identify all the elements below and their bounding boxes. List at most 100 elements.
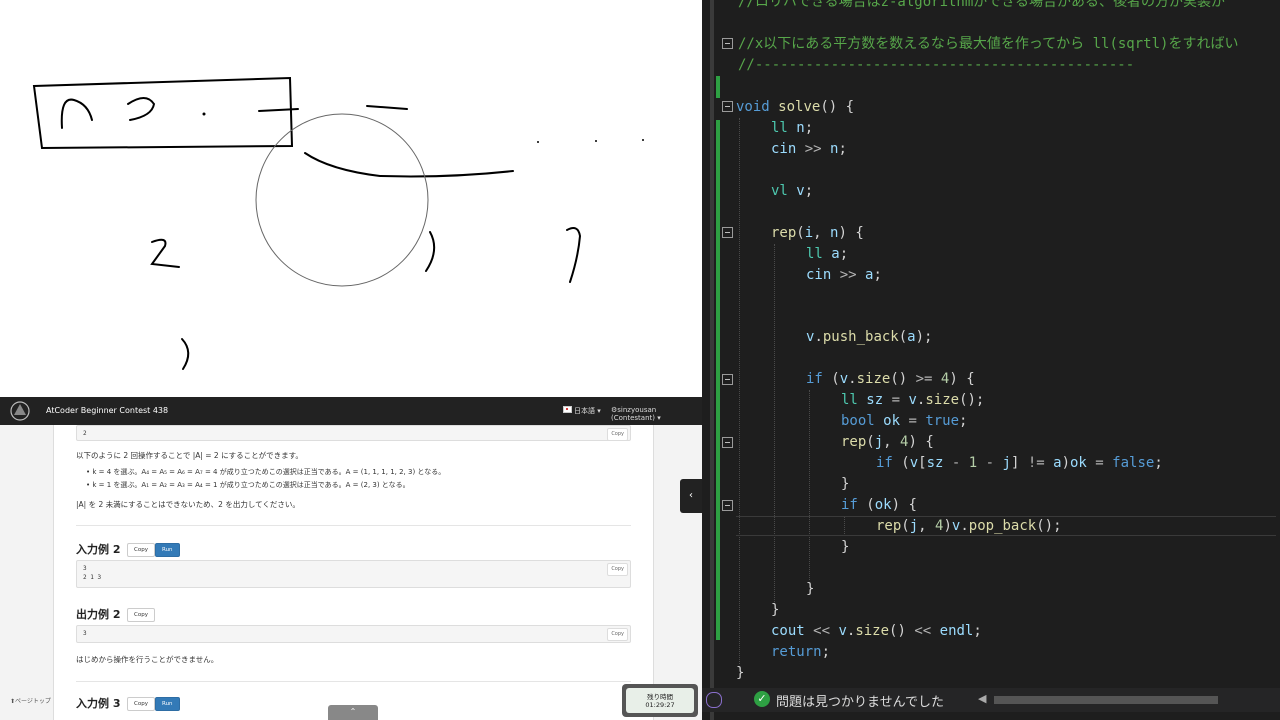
explanation-bullet-1: • k = 4 を選ぶ。A₄ = A₅ = A₆ = A₇ = 4 が成り立つた…	[86, 468, 446, 476]
atcoder-browser: AtCoder Beginner Contest 438 日本語 ▾ ⚙sinz…	[0, 397, 702, 720]
handwritten-paren-2	[181, 338, 190, 370]
page-top-label: ページトップ	[15, 698, 51, 705]
indent-guide	[774, 244, 775, 604]
drawn-dot	[202, 112, 206, 116]
fold-marker[interactable]	[722, 227, 733, 238]
fold-marker[interactable]	[722, 38, 733, 49]
handwritten-z	[150, 238, 180, 268]
fold-marker[interactable]	[722, 437, 733, 448]
chevron-left-icon: ‹	[689, 490, 693, 501]
handwritten-seven	[566, 227, 582, 283]
code-line: if (v.size() >= 4) {	[806, 371, 975, 387]
code-line: vl v;	[771, 183, 814, 199]
divider	[76, 525, 631, 526]
drawn-circle	[255, 113, 429, 287]
fold-marker[interactable]	[722, 101, 733, 112]
code-comment: //--------------------------------------…	[738, 57, 1135, 73]
sample-input-2-heading: 入力例 2	[76, 543, 121, 556]
change-indicator	[716, 76, 720, 98]
remaining-time-widget: 残り時間 01:29:27	[622, 684, 698, 717]
copy-button[interactable]: Copy	[127, 697, 155, 711]
code-line: cout << v.size() << endl;	[771, 623, 982, 639]
code-line: ll sz = v.size();	[841, 392, 985, 408]
sample-output-2-box: 3 Copy	[76, 625, 631, 643]
handwritten-n	[60, 98, 93, 129]
check-circle-icon: ✓	[754, 691, 770, 707]
drawn-rectangle	[32, 76, 294, 150]
handwritten-paren-1	[425, 231, 436, 272]
sample-2-note: はじめから操作を行うことができません。	[76, 655, 219, 664]
user-menu[interactable]: ⚙sinzyousan (Contestant) ▾	[611, 406, 702, 422]
scroll-up-tab[interactable]: ⌃	[328, 705, 378, 720]
code-line: ll n;	[771, 120, 814, 136]
code-line: ll a;	[806, 246, 849, 262]
code-line: if (ok) {	[841, 497, 917, 513]
whiteboard-drawing	[32, 76, 644, 370]
language-label: 日本語	[574, 407, 595, 415]
caret-down-icon: ▾	[595, 407, 601, 415]
code-line: bool ok = true;	[841, 413, 968, 429]
copy-button[interactable]: Copy	[127, 608, 155, 622]
editor-status-bar: ✓ 問題は見つかりませんでした ◀	[702, 688, 1280, 712]
copy-button[interactable]: Copy	[127, 543, 155, 557]
code-line: rep(j, 4) {	[841, 434, 934, 450]
drawn-dot	[595, 140, 597, 142]
navbar: AtCoder Beginner Contest 438 日本語 ▾ ⚙sinz…	[0, 397, 702, 425]
code-comment: //x以下にある平方数を数えるなら最大値を作ってから ll(sqrtl)をすれば…	[738, 36, 1239, 52]
fold-marker[interactable]	[722, 374, 733, 385]
sample-output-2-heading: 出力例 2	[76, 608, 121, 621]
explanation-bullet-2: • k = 1 を選ぶ。A₁ = A₂ = A₃ = A₄ = 1 が成り立つた…	[86, 481, 410, 489]
explanation-intro: 以下のように 2 回操作することで |A| = 2 にすることができます。	[76, 451, 303, 460]
code-line: }	[841, 476, 850, 492]
issues-status[interactable]: 問題は見つかりませんでした	[776, 691, 944, 710]
atcoder-logo-icon[interactable]	[8, 400, 32, 422]
code-editor[interactable]: //ロリハできる場合はz-algorithmができる場合がある、後者の方が実装が…	[702, 0, 1280, 720]
horizontal-scrollbar[interactable]	[994, 696, 1218, 704]
caret-down-icon: ▾	[654, 414, 661, 422]
copy-button[interactable]: Copy	[607, 628, 628, 641]
sample-output-1-box: 2 Copy	[76, 425, 631, 441]
chevron-up-icon: ⌃	[349, 707, 357, 716]
flag-icon	[563, 406, 572, 413]
sidebar-toggle-button[interactable]: ‹	[680, 479, 702, 513]
page-top-link[interactable]: ⬆ページトップ	[10, 696, 51, 705]
explanation-conclusion: |A| を 2 未満にすることはできないため、2 を出力してください。	[76, 500, 300, 509]
code-line: }	[841, 539, 850, 555]
fold-marker[interactable]	[722, 500, 733, 511]
code-line: cin >> n;	[771, 141, 847, 157]
copy-button[interactable]: Copy	[607, 563, 628, 576]
copilot-icon[interactable]	[706, 692, 722, 708]
code-line: }	[771, 602, 780, 618]
contest-title[interactable]: AtCoder Beginner Contest 438	[46, 406, 168, 415]
code-area[interactable]: //ロリハできる場合はz-algorithmができる場合がある、後者の方が実装が…	[702, 0, 1280, 690]
language-menu[interactable]: 日本語 ▾	[563, 406, 601, 416]
caret-left-icon[interactable]: ◀	[978, 692, 986, 705]
indent-guide	[809, 390, 810, 580]
run-button[interactable]: Run	[155, 543, 180, 557]
code-line: cin >> a;	[806, 267, 882, 283]
code-line: }	[736, 665, 745, 681]
run-button[interactable]: Run	[155, 697, 180, 711]
code-line: v.push_back(a);	[806, 329, 933, 345]
code-line: void solve() {	[736, 99, 855, 115]
sample-input-2-box: 3 2 1 3 Copy	[76, 560, 631, 588]
handwritten-curve	[304, 152, 514, 178]
change-indicator	[716, 120, 720, 640]
whiteboard-canvas[interactable]	[0, 0, 710, 397]
sample-input-2-line-2: 2 1 3	[83, 574, 102, 581]
current-code-line[interactable]: rep(j, 4)v.pop_back();	[736, 516, 1276, 536]
sample-output-1-value: 2	[83, 430, 87, 437]
code-line: return;	[771, 644, 831, 660]
handwritten-dash-1	[258, 108, 299, 112]
drawn-dot	[642, 139, 644, 141]
code-line: }	[806, 581, 815, 597]
code-comment: //ロリハできる場合はz-algorithmができる場合がある、後者の方が実装が	[738, 0, 1226, 10]
bullet-1-text: k = 4 を選ぶ。A₄ = A₅ = A₆ = A₇ = 4 が成り立つためこ…	[92, 468, 446, 476]
copy-button[interactable]: Copy	[607, 428, 628, 441]
bullet-2-text: k = 1 を選ぶ。A₁ = A₂ = A₃ = A₄ = 1 が成り立つためこ…	[92, 481, 410, 489]
user-label: sinzyousan (Contestant)	[611, 406, 657, 422]
sample-input-2-line-1: 3	[83, 565, 87, 572]
handwritten-two	[127, 97, 156, 121]
indent-guide	[739, 118, 740, 664]
handwritten-dash-2	[366, 105, 408, 110]
